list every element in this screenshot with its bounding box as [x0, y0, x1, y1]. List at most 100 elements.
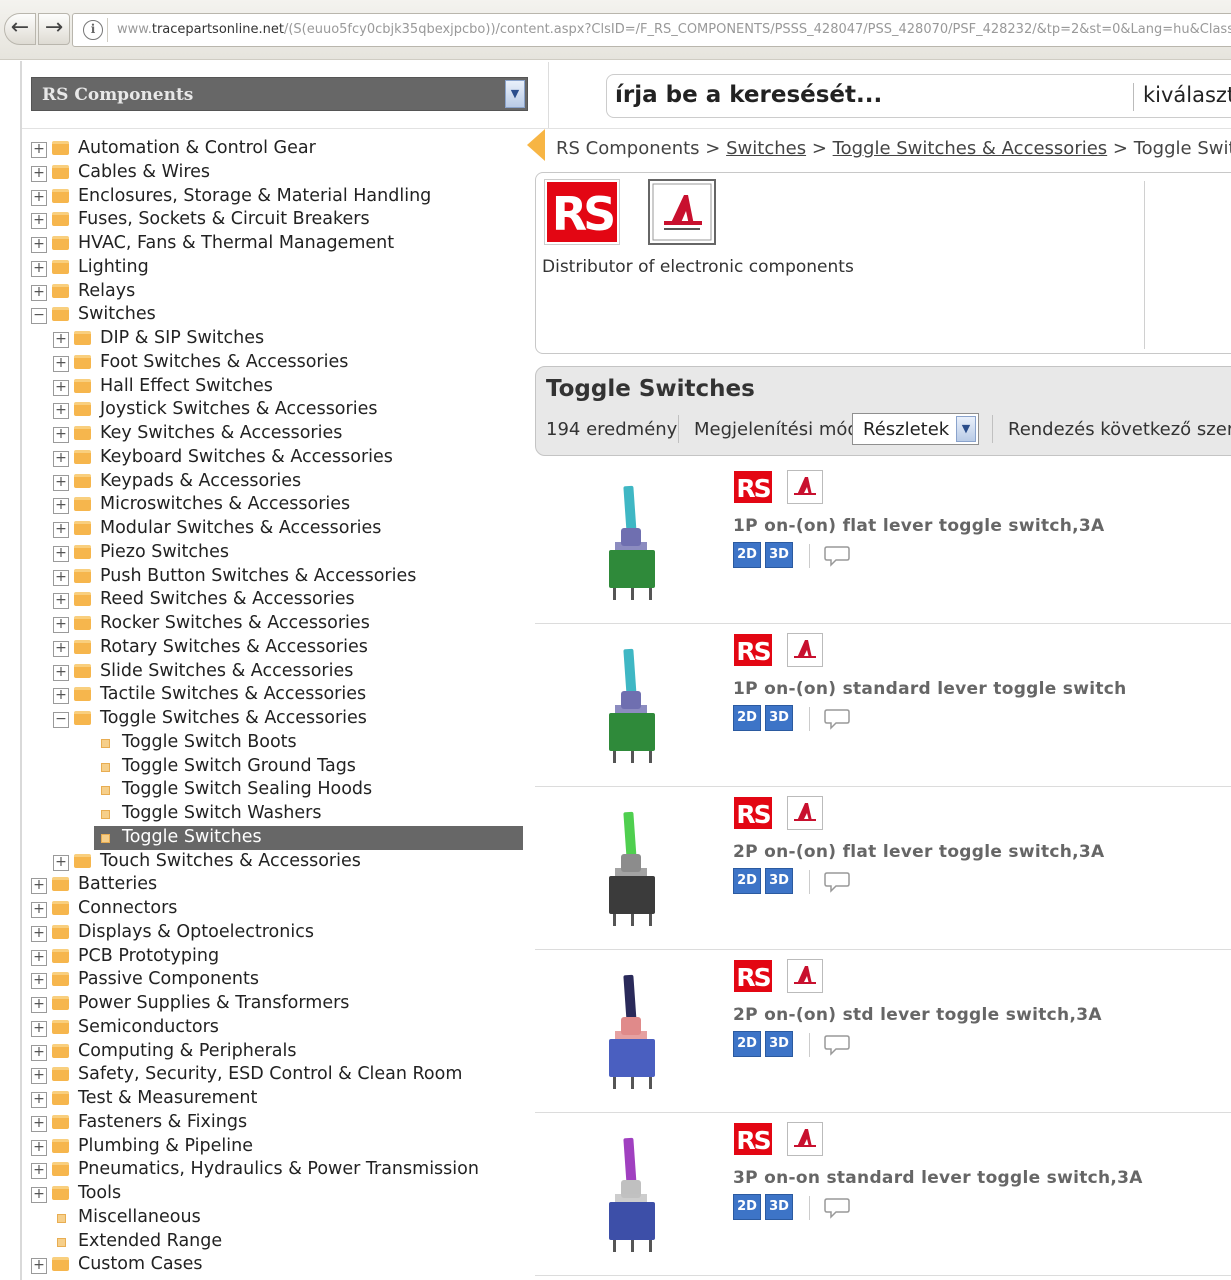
allied-logo[interactable]	[787, 959, 823, 993]
url-path: /(S(euuo5fcy0cbjk35qbexjpcbo))/content.a…	[283, 22, 1231, 37]
download-2d-button[interactable]: 2D	[733, 542, 761, 568]
expand-icon[interactable]: +	[53, 593, 69, 610]
expand-icon[interactable]: +	[31, 142, 47, 158]
expand-icon[interactable]: +	[31, 237, 47, 253]
expand-icon[interactable]: +	[53, 545, 69, 562]
expand-icon[interactable]: +	[53, 569, 69, 586]
folder-icon	[52, 948, 69, 963]
product-thumbnail[interactable]	[593, 796, 673, 936]
product-thumbnail[interactable]	[593, 633, 673, 773]
expand-icon[interactable]: +	[31, 284, 47, 301]
comment-icon[interactable]	[823, 1196, 851, 1220]
expand-icon[interactable]: +	[53, 474, 69, 491]
expand-icon[interactable]: +	[53, 640, 69, 657]
expand-icon[interactable]: +	[31, 165, 47, 182]
allied-logo[interactable]	[787, 470, 823, 504]
expand-icon[interactable]: +	[31, 1139, 47, 1156]
expand-icon[interactable]: +	[53, 450, 69, 467]
allied-logo[interactable]	[787, 633, 823, 667]
expand-icon[interactable]: +	[31, 189, 47, 206]
expand-icon[interactable]: +	[53, 854, 69, 871]
info-icon[interactable]: i	[83, 20, 103, 40]
expand-icon[interactable]: +	[31, 260, 47, 277]
expand-icon[interactable]: +	[53, 617, 69, 633]
expand-icon[interactable]: +	[31, 1092, 47, 1108]
product-thumbnail[interactable]	[593, 959, 673, 1099]
search-choose-dropdown[interactable]: kiválaszto	[1143, 83, 1231, 107]
download-3d-button[interactable]: 3D	[765, 542, 793, 568]
allied-logo[interactable]	[648, 179, 716, 245]
expand-icon[interactable]: +	[31, 902, 47, 918]
collapse-icon[interactable]: −	[53, 712, 69, 728]
download-2d-button[interactable]: 2D	[733, 1194, 761, 1220]
product-row[interactable]: RS 2P on-(on) std lever toggle switch,3A 2…	[535, 953, 1231, 1113]
download-3d-button[interactable]: 3D	[765, 868, 793, 894]
rs-logo[interactable]: RS	[733, 796, 773, 830]
collapse-icon[interactable]: −	[31, 308, 47, 325]
download-3d-button[interactable]: 3D	[765, 705, 793, 731]
leaf-icon	[101, 833, 110, 843]
product-row[interactable]: RS 2P on-(on) flat lever toggle switch,3A…	[535, 790, 1231, 950]
product-row[interactable]: RS 3P on-on standard lever toggle switch,…	[535, 1116, 1231, 1276]
product-row[interactable]: RS 1P on-(on) standard lever toggle switc…	[535, 627, 1231, 787]
download-2d-button[interactable]: 2D	[733, 868, 761, 894]
expand-icon[interactable]: +	[31, 997, 47, 1013]
comment-icon[interactable]	[823, 707, 851, 731]
expand-icon[interactable]: +	[31, 213, 47, 230]
address-bar[interactable]: i www.tracepartsonline.net/(S(euuo5fcy0c…	[72, 13, 1231, 47]
rs-logo[interactable]: RS	[733, 1122, 773, 1156]
comment-icon[interactable]	[823, 870, 851, 894]
product-name[interactable]: 1P on-(on) standard lever toggle switch	[733, 679, 1127, 699]
product-name[interactable]: 3P on-on standard lever toggle switch,3A	[733, 1168, 1143, 1188]
expand-icon[interactable]: +	[31, 1163, 47, 1180]
expand-icon[interactable]: +	[31, 949, 47, 966]
expand-icon[interactable]: +	[53, 403, 69, 420]
product-name[interactable]: 2P on-(on) std lever toggle switch,3A	[733, 1005, 1102, 1025]
download-2d-button[interactable]: 2D	[733, 705, 761, 731]
expand-icon[interactable]: +	[53, 498, 69, 515]
expand-icon[interactable]: +	[31, 925, 47, 942]
expand-icon[interactable]: +	[53, 427, 69, 443]
rs-logo[interactable]: RS	[733, 633, 773, 667]
product-name[interactable]: 1P on-(on) flat lever toggle switch,3A	[733, 516, 1105, 536]
allied-logo[interactable]	[787, 796, 823, 830]
chevron-down-icon[interactable]: ▼	[505, 80, 525, 108]
product-row[interactable]: RS 1P on-(on) flat lever toggle switch,3A…	[535, 464, 1231, 624]
tree-item-label: Enclosures, Storage & Material Handling	[78, 185, 432, 206]
expand-icon[interactable]: +	[53, 522, 69, 538]
breadcrumb-toggle-accessories[interactable]: Toggle Switches & Accessories	[833, 138, 1108, 159]
rs-logo[interactable]: RS	[544, 179, 620, 245]
expand-icon[interactable]: +	[31, 973, 47, 990]
sort-label[interactable]: Rendezés következő szerin	[1008, 419, 1231, 440]
brand-select[interactable]: RS Components ▼	[31, 77, 528, 111]
comment-icon[interactable]	[823, 1033, 851, 1057]
expand-icon[interactable]: +	[53, 379, 69, 396]
download-2d-button[interactable]: 2D	[733, 1031, 761, 1057]
expand-icon[interactable]: +	[53, 332, 69, 348]
expand-icon[interactable]: +	[31, 1115, 47, 1132]
expand-icon[interactable]: +	[31, 1068, 47, 1085]
breadcrumb-switches[interactable]: Switches	[726, 138, 806, 159]
expand-icon[interactable]: +	[31, 1258, 47, 1275]
expand-icon[interactable]: +	[53, 355, 69, 372]
chevron-down-icon[interactable]: ▼	[956, 416, 976, 442]
comment-icon[interactable]	[823, 544, 851, 568]
product-thumbnail[interactable]	[593, 1122, 673, 1262]
expand-icon[interactable]: +	[31, 1020, 47, 1037]
forward-arrow-icon[interactable]: →	[38, 13, 70, 45]
download-3d-button[interactable]: 3D	[765, 1031, 793, 1057]
product-name[interactable]: 2P on-(on) flat lever toggle switch,3A	[733, 842, 1105, 862]
rs-logo[interactable]: RS	[733, 470, 773, 504]
expand-icon[interactable]: +	[53, 688, 69, 705]
search-input[interactable]: írja be a keresését... kiválaszto	[606, 74, 1231, 118]
rs-logo[interactable]: RS	[733, 959, 773, 993]
expand-icon[interactable]: +	[31, 878, 47, 895]
back-arrow-icon[interactable]: ←	[4, 13, 36, 45]
download-3d-button[interactable]: 3D	[765, 1194, 793, 1220]
display-mode-select[interactable]: Részletek ▼	[852, 413, 979, 445]
product-thumbnail[interactable]	[593, 470, 673, 610]
allied-logo[interactable]	[787, 1122, 823, 1156]
expand-icon[interactable]: +	[31, 1187, 47, 1203]
expand-icon[interactable]: +	[53, 664, 69, 681]
expand-icon[interactable]: +	[31, 1044, 47, 1061]
